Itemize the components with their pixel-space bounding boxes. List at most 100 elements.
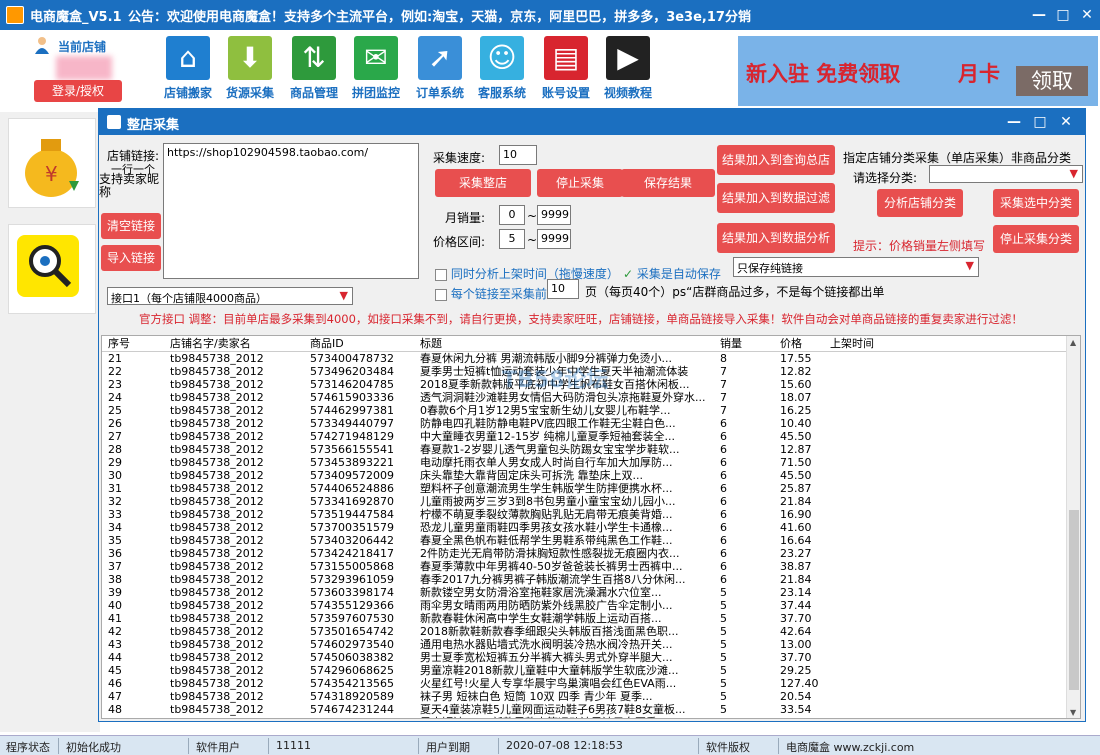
column-header[interactable]: 销量 bbox=[720, 337, 778, 350]
table-row[interactable]: 34 tb9845738_2012 573700351579 恐龙儿童男童雨鞋四季男孩… bbox=[102, 521, 1068, 534]
table-cell: 42 bbox=[108, 625, 122, 638]
results-table[interactable]: 序号 店铺名字/卖家名 商品ID 标题 销量 价格 上架时间 21 tb9845738_201… bbox=[101, 335, 1081, 719]
table-cell: 574318920589 bbox=[310, 690, 394, 703]
clear-links-button[interactable]: 清空链接 bbox=[101, 213, 161, 239]
category-select[interactable]: ▼ bbox=[929, 165, 1083, 183]
column-header[interactable]: 店铺名字/卖家名 bbox=[170, 337, 308, 350]
add-to-query-button[interactable]: 结果加入到查询总店 bbox=[717, 145, 835, 175]
price-range-label: 价格区间: bbox=[433, 235, 486, 249]
table-cell: tb9845738_2012 bbox=[170, 534, 264, 547]
add-to-filter-button[interactable]: 结果加入到数据过滤 bbox=[717, 183, 835, 213]
promo-banner[interactable]: 新入驻 免费领取 月卡 领取 bbox=[738, 36, 1098, 106]
table-cell: 0春款6个月1岁12男5宝宝新生幼儿女婴儿布鞋学... bbox=[420, 404, 671, 417]
sales-min-input[interactable]: 0 bbox=[499, 205, 525, 225]
column-header[interactable]: 价格 bbox=[780, 337, 828, 350]
login-button[interactable]: 登录/授权 bbox=[34, 80, 122, 102]
save-mode-select[interactable]: 只保存纯链接 ▼ bbox=[733, 257, 979, 277]
table-row[interactable]: 28 tb9845738_2012 573566155541 春夏款1-2岁婴儿透气男… bbox=[102, 443, 1068, 456]
import-links-button[interactable]: 导入链接 bbox=[101, 245, 161, 271]
per-link-checkbox[interactable] bbox=[435, 288, 447, 301]
table-row[interactable]: 49tb9845738_2012573476350342男士短袜2017新款男款… bbox=[102, 716, 1068, 718]
toolbar-button-2[interactable]: ⬇ 货源采集 bbox=[220, 36, 280, 106]
search-card[interactable] bbox=[8, 224, 96, 314]
toolbar-button-8[interactable]: ▶ 视频教程 bbox=[598, 36, 658, 106]
pages-input[interactable]: 10 bbox=[547, 279, 579, 299]
dialog-close-button[interactable]: ✕ bbox=[1055, 111, 1077, 133]
table-row[interactable]: 29 tb9845738_2012 573453893221 电动摩托雨衣单人男女成人… bbox=[102, 456, 1068, 469]
status-state-label: 程序状态 bbox=[6, 741, 50, 754]
analyze-time-label: 同时分析上架时间（拖慢速度） bbox=[450, 267, 619, 281]
column-header[interactable]: 上架时间 bbox=[830, 337, 930, 350]
table-row[interactable]: 46 tb9845738_2012 574354213565 火星红号!火星人专享华晨… bbox=[102, 677, 1068, 690]
shop-links-textarea[interactable]: https://shop102904598.taobao.com/ bbox=[163, 143, 419, 279]
price-min-input[interactable]: 5 bbox=[499, 229, 525, 249]
table-cell: tb9845738_2012 bbox=[170, 482, 264, 495]
table-row[interactable]: 45 tb9845738_2012 574296068625 男童凉鞋2018新款儿童… bbox=[102, 664, 1068, 677]
table-cell: 45.50 bbox=[780, 430, 812, 443]
stop-collect-button[interactable]: 停止采集 bbox=[537, 169, 623, 197]
table-row[interactable]: 30 tb9845738_2012 573409572009 床头靠垫大靠背固定床头可… bbox=[102, 469, 1068, 482]
table-cell: 新款镂空男女防滑浴室拖鞋家居洗澡漏水穴位室... bbox=[420, 586, 662, 599]
toolbar-button-6[interactable]: ☺ 客服系统 bbox=[472, 36, 532, 106]
table-row[interactable]: 32 tb9845738_2012 573341692870 儿童雨披两岁三岁3到8书… bbox=[102, 495, 1068, 508]
table-row[interactable]: 36 tb9845738_2012 573424218417 2件防走光无肩带防滑抹胸… bbox=[102, 547, 1068, 560]
table-row[interactable]: 37 tb9845738_2012 573155005868 春夏季薄款中年男裤40-… bbox=[102, 560, 1068, 573]
stop-category-collect-button[interactable]: 停止采集分类 bbox=[993, 225, 1079, 253]
table-scrollbar[interactable]: ▲ ▼ bbox=[1066, 336, 1080, 718]
table-row[interactable]: 47 tb9845738_2012 574318920589 袜子男 短袜白色 短筒 … bbox=[102, 690, 1068, 703]
toolbar-button-4[interactable]: ✉ 拼团监控 bbox=[346, 36, 406, 106]
scroll-up-icon[interactable]: ▲ bbox=[1070, 338, 1076, 347]
interface-select[interactable]: 接口1（每个店铺限4000商品） ▼ bbox=[107, 287, 353, 305]
auto-save-option[interactable]: ✓ 采集是自动保存 bbox=[623, 265, 721, 282]
column-header[interactable]: 商品ID bbox=[310, 337, 418, 350]
analyze-time-checkbox[interactable] bbox=[435, 268, 447, 281]
sales-max-input[interactable]: 9999 bbox=[537, 205, 571, 225]
table-cell: 7 bbox=[720, 404, 727, 417]
toolbar-button-3[interactable]: ⇅ 商品管理 bbox=[284, 36, 344, 106]
table-cell: 573400478732 bbox=[310, 352, 394, 365]
speed-input[interactable]: 10 bbox=[499, 145, 537, 165]
column-header[interactable]: 序号 bbox=[108, 337, 168, 350]
table-row[interactable]: 41 tb9845738_2012 573597607530 新款春鞋休闲高中学生女鞋… bbox=[102, 612, 1068, 625]
table-row[interactable]: 38 tb9845738_2012 573293961059 春季2017九分裤男裤子… bbox=[102, 573, 1068, 586]
table-cell: 27 bbox=[108, 430, 122, 443]
scroll-down-icon[interactable]: ▼ bbox=[1070, 708, 1076, 717]
table-row[interactable]: 40 tb9845738_2012 574355129366 雨伞男女晴雨两用防晒防紫… bbox=[102, 599, 1068, 612]
table-row[interactable]: 33 tb9845738_2012 573519447584 柠檬不萌夏季裂纹薄款胸贴… bbox=[102, 508, 1068, 521]
table-row[interactable]: 43 tb9845738_2012 574602973540 通用电热水器贴墙式洗水阀… bbox=[102, 638, 1068, 651]
toolbar-button-5[interactable]: ➚ 订单系统 bbox=[410, 36, 470, 106]
toolbar-button-1[interactable]: ⌂ 店铺搬家 bbox=[158, 36, 218, 106]
dialog-maximize-button[interactable]: □ bbox=[1029, 111, 1051, 133]
maximize-button[interactable]: □ bbox=[1052, 4, 1074, 26]
scrollbar-thumb[interactable] bbox=[1069, 510, 1079, 690]
add-to-analysis-button[interactable]: 结果加入到数据分析 bbox=[717, 223, 835, 253]
analyze-time-option[interactable]: 同时分析上架时间（拖慢速度） bbox=[435, 265, 619, 282]
save-result-button[interactable]: 保存结果 bbox=[621, 169, 715, 197]
per-link-option[interactable]: 每个链接至采集前 bbox=[435, 285, 547, 302]
table-cell: tb9845738_2012 bbox=[170, 690, 264, 703]
minimize-button[interactable]: — bbox=[1028, 4, 1050, 26]
toolbar-button-7[interactable]: ▤ 账号设置 bbox=[536, 36, 596, 106]
table-row[interactable]: 42 tb9845738_2012 573501654742 2018新款鞋新款春季细… bbox=[102, 625, 1068, 638]
column-header[interactable]: 标题 bbox=[420, 337, 716, 350]
table-body: 21 tb9845738_2012 573400478732 春夏休闲九分裤 男潮流韩… bbox=[102, 352, 1068, 718]
price-max-input[interactable]: 9999 bbox=[537, 229, 571, 249]
table-cell: 71.50 bbox=[780, 456, 812, 469]
analyze-category-button[interactable]: 分析店铺分类 bbox=[877, 189, 963, 217]
close-button[interactable]: ✕ bbox=[1076, 4, 1098, 26]
dialog-minimize-button[interactable]: — bbox=[1003, 111, 1025, 133]
money-bag-card[interactable]: ¥ bbox=[8, 118, 96, 208]
table-row[interactable]: 35 tb9845738_2012 573403206442 春夏全黑色帆布鞋低帮学生… bbox=[102, 534, 1068, 547]
table-cell: 573409572009 bbox=[310, 469, 394, 482]
table-row[interactable]: 26 tb9845738_2012 573349440797 防静电四孔鞋防静电鞋PV… bbox=[102, 417, 1068, 430]
table-row[interactable]: 31 tb9845738_2012 574406524886 塑料杯子创意潮流男生学生… bbox=[102, 482, 1068, 495]
collect-shop-button[interactable]: 采集整店 bbox=[435, 169, 531, 197]
banner-claim-button[interactable]: 领取 bbox=[1016, 66, 1088, 96]
table-row[interactable]: 44 tb9845738_2012 574506038382 男士夏季宽松短裤五分半裤… bbox=[102, 651, 1068, 664]
collect-selected-category-button[interactable]: 采集选中分类 bbox=[993, 189, 1079, 217]
table-row[interactable]: 27 tb9845738_2012 574271948129 中大童睡衣男童12-15… bbox=[102, 430, 1068, 443]
table-cell: tb9845738_2012 bbox=[170, 443, 264, 456]
table-row[interactable]: 48 tb9845738_2012 574674231244 夏天4童装凉鞋5儿童网面… bbox=[102, 703, 1068, 716]
table-row[interactable]: 25 tb9845738_2012 574462997381 0春款6个月1岁12男5… bbox=[102, 404, 1068, 417]
table-row[interactable]: 39 tb9845738_2012 573603398174 新款镂空男女防滑浴室拖鞋… bbox=[102, 586, 1068, 599]
